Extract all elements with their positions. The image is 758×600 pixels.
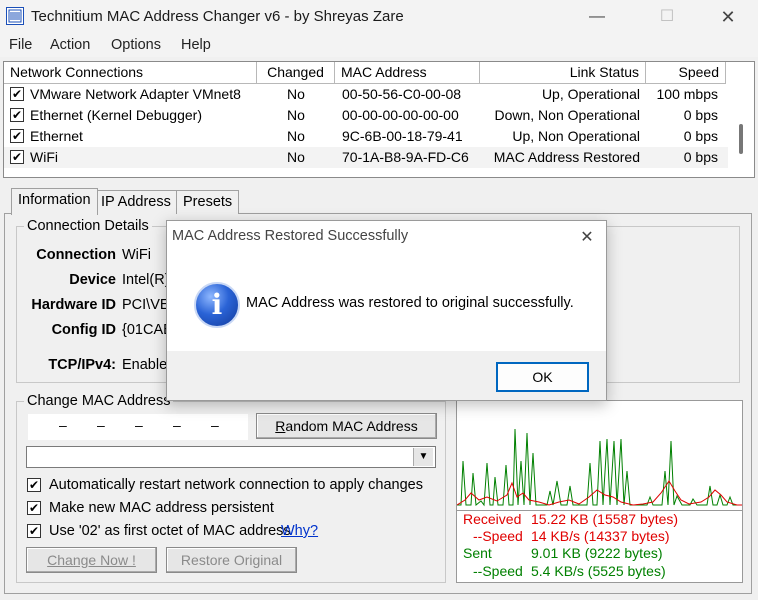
column-header-mac[interactable]: MAC Address [335, 62, 480, 84]
first-octet-checkbox[interactable]: ✔ [27, 524, 41, 538]
row-status: Up, Non Operational [512, 128, 640, 144]
tcpip-label: TCP/IPv4: [48, 357, 116, 373]
row-speed: 0 bps [683, 128, 718, 144]
change-mac-title: Change MAC Address [24, 393, 174, 409]
ok-button[interactable]: OK [496, 362, 589, 392]
dialog-message: MAC Address was restored to original suc… [246, 295, 574, 311]
connection-value: WiFi [122, 247, 151, 263]
menu-file[interactable]: File [9, 37, 32, 53]
hardware-id-label: Hardware ID [31, 297, 116, 313]
table-row[interactable]: ✔ VMware Network Adapter VMnet8 No 00-50… [4, 84, 728, 105]
row-name: Ethernet (Kernel Debugger) [30, 107, 202, 123]
persistent-label: Make new MAC address persistent [49, 500, 274, 516]
row-name: Ethernet [30, 128, 83, 144]
menu-action[interactable]: Action [50, 37, 90, 53]
menu-options[interactable]: Options [111, 37, 161, 53]
tcpip-value: Enable [122, 357, 168, 373]
row-status: Up, Operational [541, 86, 640, 102]
preset-dropdown[interactable]: ▼ [26, 446, 436, 468]
octet-separator: – [135, 417, 143, 433]
tab-presets[interactable]: Presets [176, 190, 240, 214]
octet-separator: – [173, 417, 181, 433]
column-header-connections[interactable]: Network Connections [4, 62, 257, 84]
traffic-graph [457, 401, 742, 510]
row-checkbox[interactable]: ✔ [10, 150, 24, 164]
row-mac: 00-50-56-C0-00-08 [342, 86, 462, 102]
octet-separator: – [97, 417, 105, 433]
sent-label: Sent [463, 545, 492, 561]
list-scrollbar[interactable] [732, 84, 754, 177]
sent-speed-value: 5.4 KB/s (5525 bytes) [531, 563, 666, 579]
restore-original-button[interactable]: Restore Original [166, 547, 297, 573]
column-header-speed[interactable]: Speed [646, 62, 726, 84]
tab-information[interactable]: Information [11, 188, 98, 215]
row-speed: 0 bps [683, 149, 718, 165]
row-status: MAC Address Restored [493, 149, 640, 165]
device-label: Device [69, 272, 116, 288]
row-checkbox[interactable]: ✔ [10, 87, 24, 101]
message-dialog: MAC Address Restored Successfully ✕ i MA… [166, 220, 607, 401]
row-mac: 70-1A-B8-9A-FD-C6 [342, 149, 469, 165]
table-row[interactable]: ✔ Ethernet (Kernel Debugger) No 00-00-00… [4, 105, 728, 126]
octet-separator: – [211, 417, 219, 433]
window-title: Technitium MAC Address Changer v6 - by S… [31, 8, 404, 25]
received-label: Received [463, 511, 522, 527]
row-speed: 100 mbps [656, 86, 718, 102]
received-speed-label: --Speed [473, 528, 523, 544]
persistent-checkbox[interactable]: ✔ [27, 501, 41, 515]
why-link[interactable]: Why? [281, 523, 318, 539]
dialog-title: MAC Address Restored Successfully [172, 228, 409, 244]
received-value: 15.22 KB (15587 bytes) [531, 511, 679, 527]
maximize-button[interactable]: ☐ [644, 0, 690, 34]
table-row[interactable]: ✔ WiFi No 70-1A-B8-9A-FD-C6 MAC Address … [4, 147, 728, 168]
auto-restart-label: Automatically restart network connection… [49, 477, 423, 493]
sent-speed-label: --Speed [473, 563, 523, 579]
row-mac: 9C-6B-00-18-79-41 [342, 128, 463, 144]
column-header-changed[interactable]: Changed [257, 62, 335, 84]
table-row[interactable]: ✔ Ethernet No 9C-6B-00-18-79-41 Up, Non … [4, 126, 728, 147]
menu-help[interactable]: Help [181, 37, 211, 53]
dialog-close-button[interactable]: ✕ [572, 224, 602, 252]
app-icon [6, 7, 24, 25]
row-speed: 0 bps [683, 107, 718, 123]
sent-value: 9.01 KB (9222 bytes) [531, 545, 663, 561]
hardware-id-value: PCI\VE [122, 297, 170, 313]
connection-list[interactable]: Network Connections Changed MAC Address … [3, 61, 755, 178]
mac-octet-input[interactable]: – – – – – [28, 414, 248, 440]
minimize-button[interactable]: — [574, 0, 620, 34]
row-name: WiFi [30, 149, 58, 165]
octet-separator: – [59, 417, 67, 433]
connection-details-title: Connection Details [24, 218, 152, 234]
row-changed: No [287, 107, 305, 123]
info-icon: i [194, 282, 240, 328]
row-changed: No [287, 128, 305, 144]
chevron-down-icon[interactable]: ▼ [413, 448, 433, 466]
tab-ip-address[interactable]: IP Address [94, 190, 178, 214]
row-mac: 00-00-00-00-00-00 [342, 107, 459, 123]
row-changed: No [287, 86, 305, 102]
column-header-status[interactable]: Link Status [480, 62, 646, 84]
close-button[interactable]: ✕ [705, 0, 751, 34]
first-octet-label: Use '02' as first octet of MAC address [49, 523, 291, 539]
row-changed: No [287, 149, 305, 165]
auto-restart-checkbox[interactable]: ✔ [27, 478, 41, 492]
device-value: Intel(R) [122, 272, 170, 288]
list-scrollbar-thumb[interactable] [739, 124, 743, 154]
change-now-button[interactable]: Change Now ! [26, 547, 157, 573]
row-checkbox[interactable]: ✔ [10, 108, 24, 122]
row-checkbox[interactable]: ✔ [10, 129, 24, 143]
received-speed-value: 14 KB/s (14337 bytes) [531, 528, 670, 544]
random-mac-button[interactable]: Random MAC Address [256, 413, 437, 439]
dialog-footer: OK [167, 351, 606, 400]
connection-label: Connection [36, 247, 116, 263]
config-id-label: Config ID [51, 322, 116, 338]
row-status: Down, Non Operational [494, 107, 640, 123]
row-name: VMware Network Adapter VMnet8 [30, 86, 241, 102]
